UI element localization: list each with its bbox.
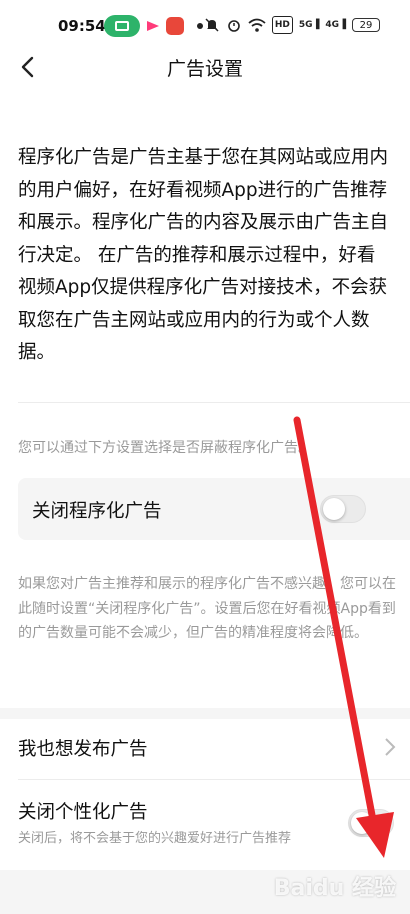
- battery-icon: 29: [352, 18, 380, 32]
- hd-icon: HD: [271, 16, 293, 34]
- page-title: 广告设置: [166, 58, 243, 80]
- signal-5g-label: 5G: [298, 20, 313, 30]
- hint-text: 您可以通过下方设置选择是否屏蔽程序化广告。: [18, 440, 312, 456]
- notification-dot-icon: [197, 23, 203, 29]
- signal-4g-label: 4G: [325, 20, 340, 30]
- alarm-icon: [228, 20, 240, 32]
- status-time: 09:54: [58, 17, 106, 35]
- publish-ads-label: 我也想发布广告: [18, 739, 148, 760]
- divider: [18, 779, 410, 780]
- personalized-ads-label: 关闭个性化广告: [18, 802, 148, 823]
- toggle-knob: [351, 812, 373, 834]
- watermark-logo: Baidu 经验: [273, 876, 396, 901]
- annotation-arrow-icon: [293, 416, 394, 858]
- mute-icon: [205, 18, 219, 32]
- signal-5g-icon: 5G ▐: [298, 20, 320, 30]
- personalized-ads-sublabel: 关闭后，将不会基于您的兴趣爱好进行广告推荐: [18, 831, 292, 846]
- top-bar: 广告设置: [0, 40, 410, 96]
- app-notification-icon: [147, 21, 159, 31]
- status-icons: HD 5G ▐ 4G ▐ 29: [204, 16, 380, 34]
- signal-4g-icon: 4G ▐: [325, 20, 346, 30]
- personalized-ads-toggle[interactable]: [348, 809, 394, 837]
- section-separator: [0, 708, 410, 719]
- toggle-knob: [323, 498, 345, 520]
- chevron-right-icon: [385, 738, 396, 756]
- app-notification-icon: [166, 17, 184, 35]
- programmatic-ads-setting: 关闭程序化广告: [18, 478, 410, 540]
- divider: [18, 402, 410, 403]
- screen-cast-icon: [104, 15, 140, 37]
- intro-paragraph: 程序化广告是广告主基于您在其网站或应用内的用户偏好，在好看视频App进行的广告推…: [18, 147, 389, 363]
- programmatic-ads-label: 关闭程序化广告: [32, 501, 162, 522]
- wifi-icon: [248, 18, 266, 32]
- programmatic-ads-toggle[interactable]: [320, 495, 366, 523]
- programmatic-ads-description: 如果您对广告主推荐和展示的程序化广告不感兴趣，您可以在此随时设置“关闭程序化广告…: [18, 576, 396, 641]
